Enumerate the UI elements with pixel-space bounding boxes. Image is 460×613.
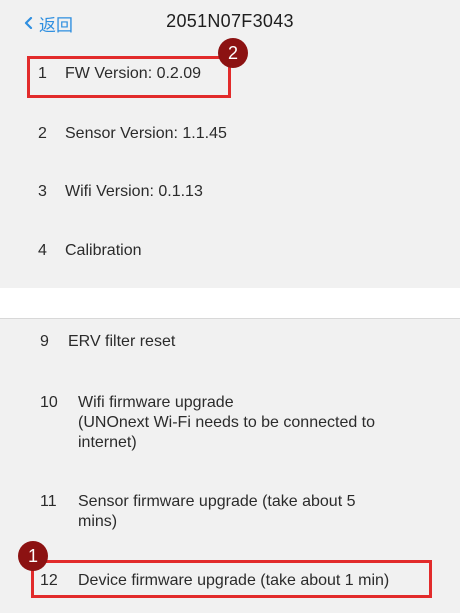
item-number: 12 — [40, 572, 58, 589]
menu-item-wifi-firmware-upgrade[interactable]: 10 Wifi firmware upgrade (UNOnext Wi-Fi … — [40, 393, 375, 453]
menu-item-fw-version[interactable]: 1 FW Version: 0.2.09 — [38, 64, 201, 84]
item-label: Wifi Version: 0.1.13 — [65, 183, 203, 200]
step-badge-1: 1 — [18, 541, 48, 571]
menu-item-device-firmware-upgrade[interactable]: 12 Device firmware upgrade (take about 1… — [40, 571, 389, 591]
menu-item-erv-filter-reset[interactable]: 9 ERV filter reset — [40, 332, 175, 352]
item-label: ERV filter reset — [68, 333, 176, 350]
item-label: Sensor Version: 1.1.45 — [65, 125, 227, 142]
item-label: Wifi firmware upgrade (UNOnext Wi-Fi nee… — [78, 394, 376, 451]
menu-item-wifi-version[interactable]: 3 Wifi Version: 0.1.13 — [38, 182, 203, 202]
item-number: 4 — [38, 242, 47, 259]
item-label: Sensor firmware upgrade (take about 5 mi… — [78, 493, 356, 530]
item-number: 2 — [38, 125, 47, 142]
item-number: 9 — [40, 333, 49, 350]
item-label: Calibration — [65, 242, 142, 259]
step-badge-2: 2 — [218, 38, 248, 68]
item-number: 1 — [38, 65, 47, 82]
item-number: 10 — [40, 394, 58, 411]
menu-item-sensor-firmware-upgrade[interactable]: 11 Sensor firmware upgrade (take about 5… — [40, 492, 355, 532]
menu-item-sensor-version[interactable]: 2 Sensor Version: 1.1.45 — [38, 124, 227, 144]
item-label: FW Version: 0.2.09 — [65, 65, 202, 82]
page-title: 2051N07F3043 — [166, 11, 294, 31]
device-info-panel-bottom: 9 ERV filter reset 10 Wifi firmware upgr… — [0, 318, 460, 613]
item-label: Device firmware upgrade (take about 1 mi… — [78, 572, 390, 589]
item-number: 3 — [38, 183, 47, 200]
menu-item-calibration[interactable]: 4 Calibration — [38, 241, 141, 261]
item-number: 11 — [40, 493, 57, 510]
